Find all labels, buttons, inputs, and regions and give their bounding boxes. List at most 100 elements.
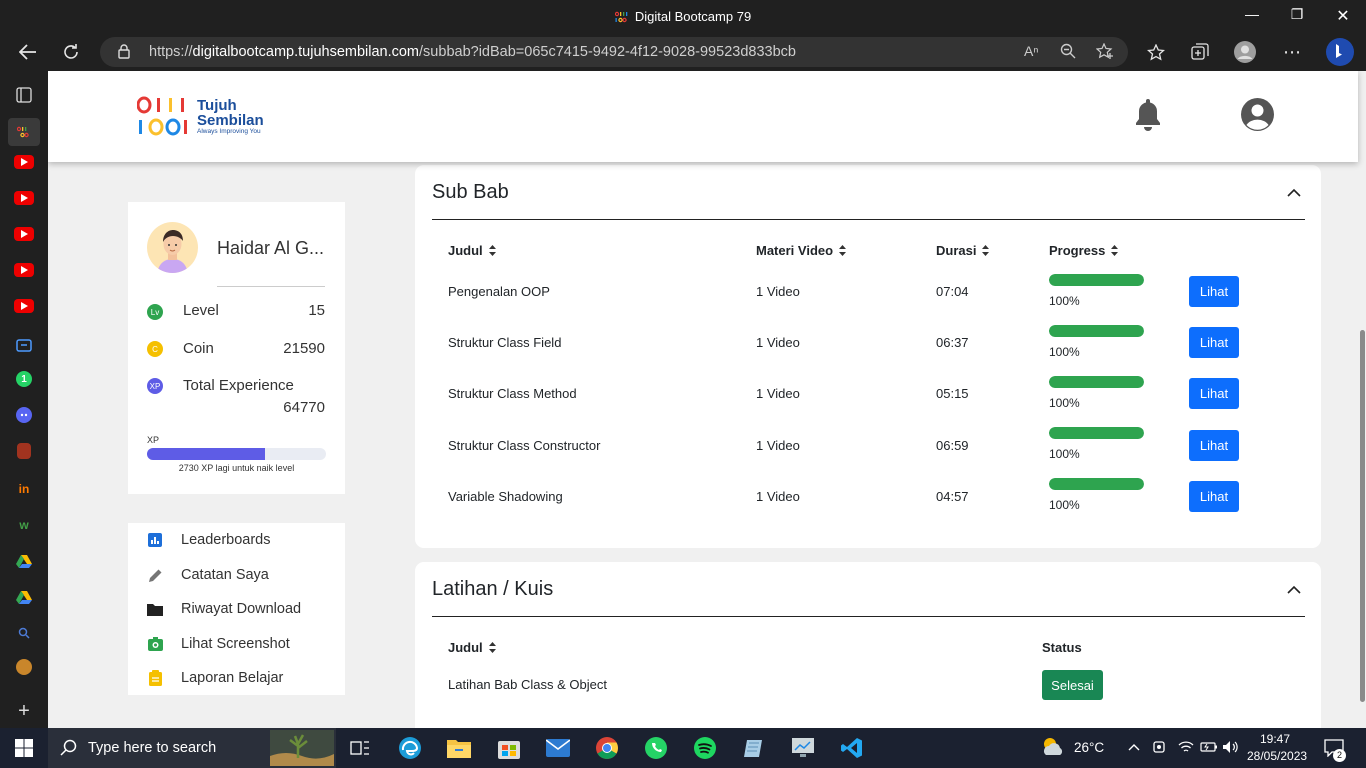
tab-app-icon[interactable]: in	[14, 479, 34, 499]
tab-drive-icon[interactable]	[14, 587, 34, 607]
column-header-progress[interactable]: Progress	[1049, 243, 1119, 259]
wifi-icon[interactable]	[1178, 740, 1194, 757]
add-favorite-icon[interactable]	[1095, 42, 1114, 63]
tab-app-icon[interactable]	[16, 659, 32, 675]
column-header-materi-video[interactable]: Materi Video	[756, 243, 847, 259]
tab-youtube-icon[interactable]	[14, 263, 34, 277]
divider	[432, 616, 1305, 617]
tab-discord-icon[interactable]	[16, 407, 32, 423]
browser-title-bar: Digital Bootcamp 79 — ❐ ✕	[0, 0, 1366, 33]
edge-taskbar-icon[interactable]	[398, 736, 422, 760]
latihan-card: Latihan / Kuis Judul Status Latihan Bab …	[415, 562, 1321, 728]
column-header-judul[interactable]: Judul	[448, 640, 496, 656]
battery-icon[interactable]	[1200, 740, 1218, 757]
collections-icon[interactable]	[1187, 40, 1213, 64]
whatsapp-icon[interactable]	[644, 736, 668, 760]
tab-actions-icon[interactable]	[14, 85, 34, 105]
avatar[interactable]	[147, 222, 198, 273]
progress-fill	[1049, 376, 1144, 388]
experience-label: Total Experience	[183, 377, 294, 394]
window-title: Digital Bootcamp 79	[0, 9, 1366, 26]
progress-text: 100%	[1049, 447, 1080, 461]
windows-start-icon[interactable]	[12, 736, 36, 760]
tab-youtube-icon[interactable]	[14, 299, 34, 313]
level-icon: Lv	[147, 304, 163, 320]
app-icon[interactable]	[742, 736, 766, 760]
clock-date[interactable]: 28/05/2023	[1247, 749, 1307, 763]
divider	[217, 286, 325, 287]
edge-sidebar: 1 in w +	[0, 71, 48, 728]
lihat-button[interactable]: Lihat	[1189, 327, 1239, 358]
menu-item-catatan-saya[interactable]: Catatan Saya	[147, 564, 269, 586]
mail-icon[interactable]	[546, 736, 570, 760]
status-badge[interactable]: Selesai	[1042, 670, 1103, 700]
chart-icon	[147, 532, 163, 548]
zoom-icon[interactable]	[1060, 43, 1076, 62]
notification-bell-icon[interactable]	[1133, 97, 1163, 136]
site-favicon-icon	[614, 11, 629, 26]
vscode-icon[interactable]	[840, 736, 864, 760]
site-logo[interactable]: Tujuh Sembilan Always Improving You	[137, 96, 277, 138]
tray-device-icon[interactable]	[1152, 739, 1166, 758]
spotify-icon[interactable]	[693, 736, 717, 760]
app-icon[interactable]	[791, 736, 815, 760]
add-sidebar-app-icon[interactable]: +	[14, 700, 34, 722]
scrollbar-thumb[interactable]	[1360, 330, 1365, 702]
tab-calendar-icon[interactable]	[14, 335, 34, 355]
collapse-chevron-icon[interactable]	[1287, 581, 1301, 599]
chrome-icon[interactable]	[595, 736, 619, 760]
address-bar[interactable]: https://digitalbootcamp.tujuhsembilan.co…	[100, 37, 1128, 67]
weather-icon[interactable]	[1040, 735, 1066, 762]
page-scrollbar[interactable]	[1358, 71, 1366, 728]
progress-fill	[1049, 427, 1144, 439]
progress-bar	[1049, 274, 1144, 286]
user-name: Haidar Al G...	[217, 238, 325, 258]
column-header-durasi[interactable]: Durasi	[936, 243, 990, 259]
profile-icon[interactable]	[1232, 40, 1258, 64]
table-cell-judul: Variable Shadowing	[448, 489, 563, 504]
tab-drive-icon[interactable]	[14, 551, 34, 571]
tab-youtube-icon[interactable]	[14, 227, 34, 241]
tab-search-icon[interactable]	[14, 623, 34, 643]
read-aloud-icon[interactable]: Aⁿ	[1024, 43, 1038, 59]
tab-digital-bootcamp-icon[interactable]	[8, 118, 40, 146]
file-explorer-icon[interactable]	[447, 736, 471, 760]
tab-whatsapp-icon[interactable]: 1	[16, 371, 32, 387]
restore-icon[interactable]: ❐	[1274, 6, 1320, 23]
menu-item-leaderboards[interactable]: Leaderboards	[147, 529, 271, 551]
lihat-button[interactable]: Lihat	[1189, 378, 1239, 409]
tab-youtube-icon[interactable]	[14, 155, 34, 169]
favorites-icon[interactable]	[1143, 40, 1169, 64]
task-view-icon[interactable]	[348, 736, 372, 760]
bing-icon[interactable]	[1325, 37, 1355, 67]
browser-toolbar: https://digitalbootcamp.tujuhsembilan.co…	[0, 33, 1366, 71]
lihat-button[interactable]: Lihat	[1189, 430, 1239, 461]
tray-chevron-up-icon[interactable]	[1128, 740, 1140, 754]
menu-item-lihat-screenshot[interactable]: Lihat Screenshot	[147, 633, 290, 655]
taskbar-search[interactable]: Type here to search	[48, 728, 336, 768]
lihat-button[interactable]: Lihat	[1189, 481, 1239, 512]
minimize-icon[interactable]: —	[1229, 6, 1275, 22]
tab-app-icon[interactable]: w	[14, 515, 34, 535]
column-header-judul[interactable]: Judul	[448, 243, 496, 259]
user-account-icon[interactable]	[1241, 98, 1274, 136]
close-icon[interactable]: ✕	[1320, 6, 1366, 26]
menu-item-laporan-belajar[interactable]: Laporan Belajar	[147, 667, 283, 689]
clock-time[interactable]: 19:47	[1250, 732, 1300, 746]
camera-icon	[147, 636, 163, 652]
lihat-button[interactable]: Lihat	[1189, 276, 1239, 307]
microsoft-store-icon[interactable]	[497, 736, 521, 760]
menu-item-riwayat-download[interactable]: Riwayat Download	[147, 598, 301, 620]
notification-count-badge: 2	[1333, 749, 1346, 762]
refresh-icon[interactable]	[58, 40, 84, 64]
table-cell-materi: 1 Video	[756, 438, 800, 453]
more-icon[interactable]: ⋯	[1279, 40, 1305, 64]
collapse-chevron-icon[interactable]	[1287, 184, 1301, 202]
table-cell-judul: Struktur Class Field	[448, 335, 562, 350]
back-icon[interactable]	[15, 40, 41, 64]
volume-icon[interactable]	[1222, 740, 1240, 757]
table-cell-judul: Struktur Class Constructor	[448, 438, 601, 453]
xp-progress-fill	[147, 448, 266, 460]
tab-youtube-icon[interactable]	[14, 191, 34, 205]
tab-app-icon[interactable]	[17, 443, 31, 459]
